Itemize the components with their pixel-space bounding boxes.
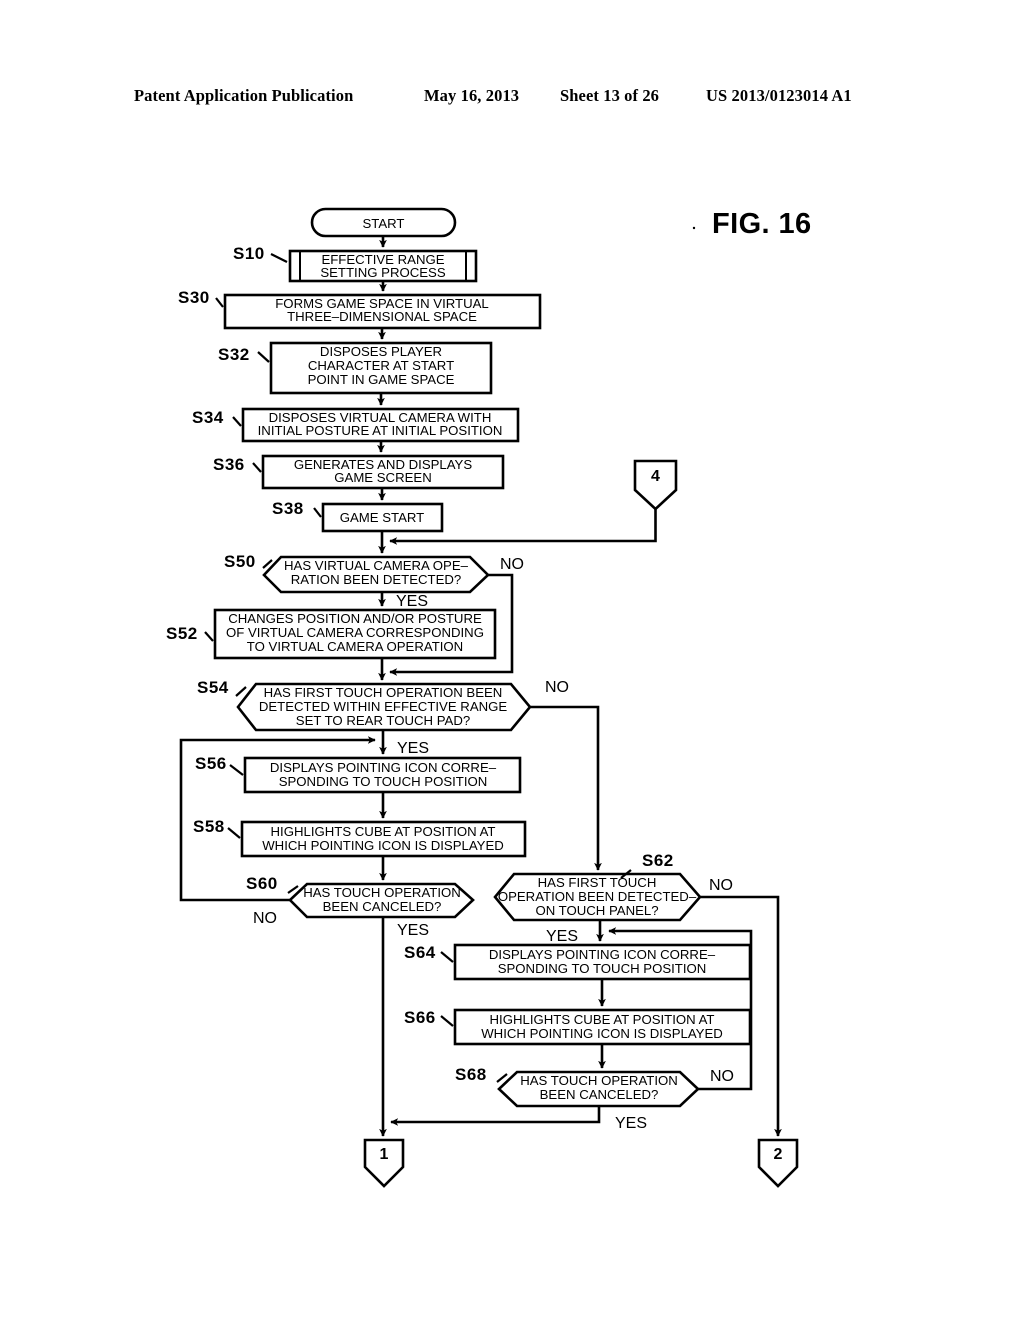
node-s30: FORMS GAME SPACE IN VIRTUAL THREE–DIMENS…	[178, 288, 542, 330]
edge-label-s60-yes: YES	[397, 922, 429, 939]
edge-label-s50-yes: YES	[396, 593, 428, 610]
node-s60-line2: BEEN CANCELED?	[323, 899, 442, 914]
edge-label-s54-no: NO	[545, 679, 569, 696]
node-s32-line1: DISPOSES PLAYER	[320, 344, 442, 359]
node-s64-line2: SPONDING TO TOUCH POSITION	[498, 961, 707, 976]
node-s58-line2: WHICH POINTING ICON IS DISPLAYED	[262, 838, 504, 853]
node-s54-line3: SET TO REAR TOUCH PAD?	[296, 713, 470, 728]
node-s58: HIGHLIGHTS CUBE AT POSITION AT WHICH POI…	[193, 817, 527, 858]
step-label-s32: S32	[218, 345, 250, 364]
node-s68-line2: BEEN CANCELED?	[540, 1087, 659, 1102]
node-s52: CHANGES POSITION AND/OR POSTURE OF VIRTU…	[166, 608, 497, 660]
node-s52-line2: OF VIRTUAL CAMERA CORRESPONDING	[226, 625, 484, 640]
node-s62-line1: HAS FIRST TOUCH	[538, 875, 657, 890]
node-s52-line3: TO VIRTUAL CAMERA OPERATION	[247, 639, 463, 654]
edge-label-s50-no: NO	[500, 556, 524, 573]
node-s60-line1: HAS TOUCH OPERATION	[303, 885, 461, 900]
node-s62-line3: ON TOUCH PANEL?	[535, 903, 658, 918]
edge-label-s62-yes: YES	[546, 928, 578, 945]
node-s36: GENERATES AND DISPLAYS GAME SCREEN S36	[213, 454, 505, 490]
node-s62-line2: OPERATION BEEN DETECTED–	[498, 889, 697, 904]
step-label-s50: S50	[224, 552, 256, 571]
edge-label-s60-no: NO	[253, 910, 277, 927]
node-s32: DISPOSES PLAYER CHARACTER AT START POINT…	[218, 341, 493, 395]
step-label-s54: S54	[197, 678, 229, 697]
node-s66-line2: WHICH POINTING ICON IS DISPLAYED	[481, 1026, 723, 1041]
step-label-s62: S62	[642, 851, 674, 870]
step-label-s36: S36	[213, 455, 245, 474]
node-s56-line2: SPONDING TO TOUCH POSITION	[279, 774, 488, 789]
step-label-s64: S64	[404, 943, 436, 962]
node-s54-line2: DETECTED WITHIN EFFECTIVE RANGE	[259, 699, 508, 714]
step-label-s60: S60	[246, 874, 278, 893]
node-s54-line1: HAS FIRST TOUCH OPERATION BEEN	[264, 685, 503, 700]
node-s32-line3: POINT IN GAME SPACE	[308, 372, 455, 387]
node-s34: DISPOSES VIRTUAL CAMERA WITH INITIAL POS…	[192, 407, 520, 443]
node-s50: HAS VIRTUAL CAMERA OPE– RATION BEEN DETE…	[224, 552, 490, 594]
node-s60: HAS TOUCH OPERATION BEEN CANCELED? S60	[246, 874, 475, 919]
edge-label-s54-yes: YES	[397, 740, 429, 757]
step-label-s10: S10	[233, 244, 265, 263]
edge-label-s68-no: NO	[710, 1068, 734, 1085]
node-s30-line2: THREE–DIMENSIONAL SPACE	[287, 309, 477, 324]
node-s54: HAS FIRST TOUCH OPERATION BEEN DETECTED …	[197, 678, 532, 732]
connector-4: 4	[633, 459, 678, 511]
connector-1-label: 1	[380, 1146, 389, 1163]
node-s50-line2: RATION BEEN DETECTED?	[291, 572, 461, 587]
node-s68-line1: HAS TOUCH OPERATION	[520, 1073, 678, 1088]
connector-2-label: 2	[774, 1146, 783, 1163]
node-s58-line1: HIGHLIGHTS CUBE AT POSITION AT	[271, 824, 496, 839]
node-s68: HAS TOUCH OPERATION BEEN CANCELED? S68	[455, 1065, 700, 1108]
node-s66: HIGHLIGHTS CUBE AT POSITION AT WHICH POI…	[404, 1008, 752, 1046]
patent-figure-page: Patent Application Publication May 16, 2…	[0, 0, 1024, 1320]
node-s36-line2: GAME SCREEN	[334, 470, 431, 485]
step-label-s38: S38	[272, 499, 304, 518]
figure-label: FIG. 16	[712, 208, 812, 240]
node-start: START	[310, 207, 457, 238]
node-s64: DISPLAYS POINTING ICON CORRE– SPONDING T…	[404, 943, 752, 981]
step-label-s52: S52	[166, 624, 198, 643]
edge-s54-no-s62	[530, 705, 602, 871]
node-s66-line1: HIGHLIGHTS CUBE AT POSITION AT	[490, 1012, 715, 1027]
step-label-s66: S66	[404, 1008, 436, 1027]
node-start-label: START	[362, 216, 404, 231]
node-s56-line1: DISPLAYS POINTING ICON CORRE–	[270, 760, 497, 775]
node-s64-line1: DISPLAYS POINTING ICON CORRE–	[489, 947, 716, 962]
node-s34-line2: INITIAL POSTURE AT INITIAL POSITION	[258, 423, 503, 438]
edge-label-s68-yes: YES	[615, 1115, 647, 1132]
connector-1: 1	[363, 1138, 405, 1188]
edge-s68-yes-join	[390, 1106, 601, 1126]
connector-2: 2	[757, 1138, 799, 1188]
node-s10-line2: SETTING PROCESS	[320, 265, 446, 280]
step-label-s30: S30	[178, 288, 210, 307]
step-label-s68: S68	[455, 1065, 487, 1084]
flowchart-canvas: FIG. 16 START EFFECTIVE RANGE SETTING PR…	[166, 207, 812, 1188]
node-s50-line1: HAS VIRTUAL CAMERA OPE–	[284, 558, 469, 573]
node-s52-line1: CHANGES POSITION AND/OR POSTURE	[228, 611, 482, 626]
step-label-s34: S34	[192, 408, 224, 427]
node-s38: GAME START S38	[272, 499, 444, 533]
step-label-s56: S56	[195, 754, 227, 773]
node-s10: EFFECTIVE RANGE SETTING PROCESS S10	[233, 244, 478, 283]
edge-label-s62-no: NO	[709, 877, 733, 894]
step-label-s58: S58	[193, 817, 225, 836]
node-s32-line2: CHARACTER AT START	[308, 358, 454, 373]
connector-4-label: 4	[651, 468, 660, 485]
node-s56: DISPLAYS POINTING ICON CORRE– SPONDING T…	[195, 754, 522, 794]
node-s38-label: GAME START	[340, 510, 425, 525]
